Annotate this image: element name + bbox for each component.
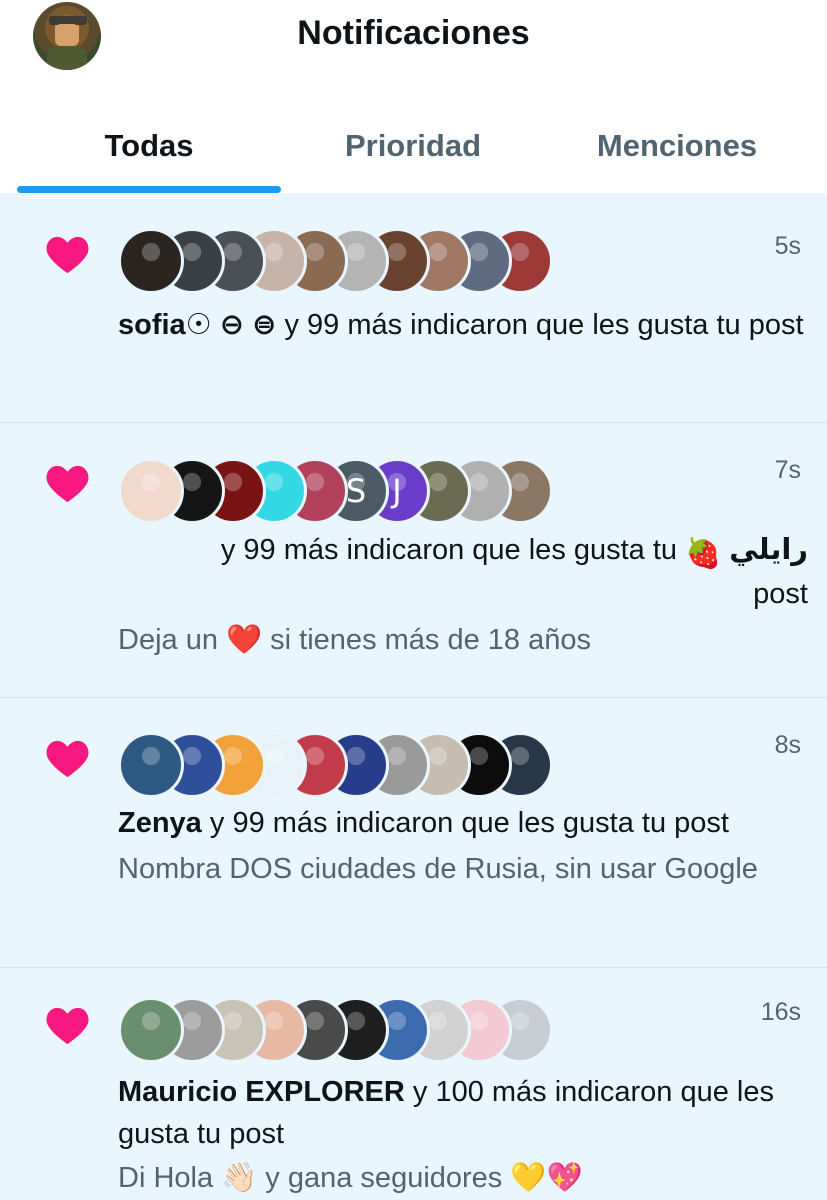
timestamp: 16s (760, 998, 801, 1026)
strawberry-icon: 🍓 (685, 538, 722, 570)
liker-avatars: SJ (118, 458, 598, 524)
notification-item[interactable]: 5s sofia☉ ⊖ ⊜ y 99 más indicaron que les… (0, 194, 827, 423)
post-preview: Di Hola 👋🏻 y gana seguidores 💛💖 (118, 1162, 583, 1194)
notification-text: Mauricio EXPLORER y 100 más indicaron qu… (118, 1071, 808, 1155)
notification-message: y 99 más indicaron que les gusta tu post (276, 309, 804, 341)
notification-text: y 99 más indicaron que les gusta tu 🍓 را… (118, 529, 808, 575)
actor-name[interactable]: Mauricio EXPLORER (118, 1076, 405, 1108)
heart-icon (46, 236, 89, 274)
post-preview: Nombra DOS ciudades de Rusia, sin usar G… (118, 853, 758, 885)
liker-avatars (118, 228, 598, 294)
notification-message: y 99 más indicaron que les gusta tu (220, 534, 678, 566)
actor-name[interactable]: رايلي (729, 534, 808, 566)
liker-avatar[interactable] (118, 228, 184, 294)
tab-menciones[interactable]: Menciones (545, 128, 809, 164)
liker-avatars (118, 997, 598, 1063)
tab-todas[interactable]: Todas (17, 128, 281, 164)
heart-icon (46, 465, 89, 503)
notification-item[interactable]: 8s Zenya y 99 más indicaron que les gust… (0, 698, 827, 968)
page-title: Notificaciones (297, 14, 530, 52)
notification-text-end: post (753, 578, 808, 610)
post-preview: Deja un ❤️ si tienes más de 18 años (118, 624, 591, 656)
liker-avatar[interactable] (118, 458, 184, 524)
header: Notificaciones Todas Prioridad Menciones (0, 0, 827, 195)
timestamp: 7s (774, 456, 801, 484)
liker-avatar[interactable] (118, 997, 184, 1063)
actor-name[interactable]: sofia☉ ⊖ ⊜ (118, 309, 276, 341)
tab-prioridad[interactable]: Prioridad (281, 128, 545, 164)
timestamp: 5s (774, 232, 801, 260)
active-tab-indicator (17, 186, 281, 193)
actor-name[interactable]: Zenya (118, 807, 202, 839)
notification-text: Zenya y 99 más indicaron que les gusta t… (118, 802, 808, 844)
liker-avatar[interactable] (118, 732, 184, 798)
timestamp: 8s (774, 731, 801, 759)
notification-message: y 99 más indicaron que les gusta tu post (201, 807, 729, 839)
liker-avatars (118, 732, 598, 798)
heart-icon (46, 740, 89, 778)
notification-text: sofia☉ ⊖ ⊜ y 99 más indicaron que les gu… (118, 304, 808, 346)
heart-icon (46, 1007, 89, 1045)
notification-item[interactable]: SJ 7s y 99 más indicaron que les gusta t… (0, 423, 827, 698)
tab-bar: Todas Prioridad Menciones (0, 110, 827, 195)
notification-list: 5s sofia☉ ⊖ ⊜ y 99 más indicaron que les… (0, 194, 827, 1200)
notification-item[interactable]: 16s Mauricio EXPLORER y 100 más indicaro… (0, 968, 827, 1200)
